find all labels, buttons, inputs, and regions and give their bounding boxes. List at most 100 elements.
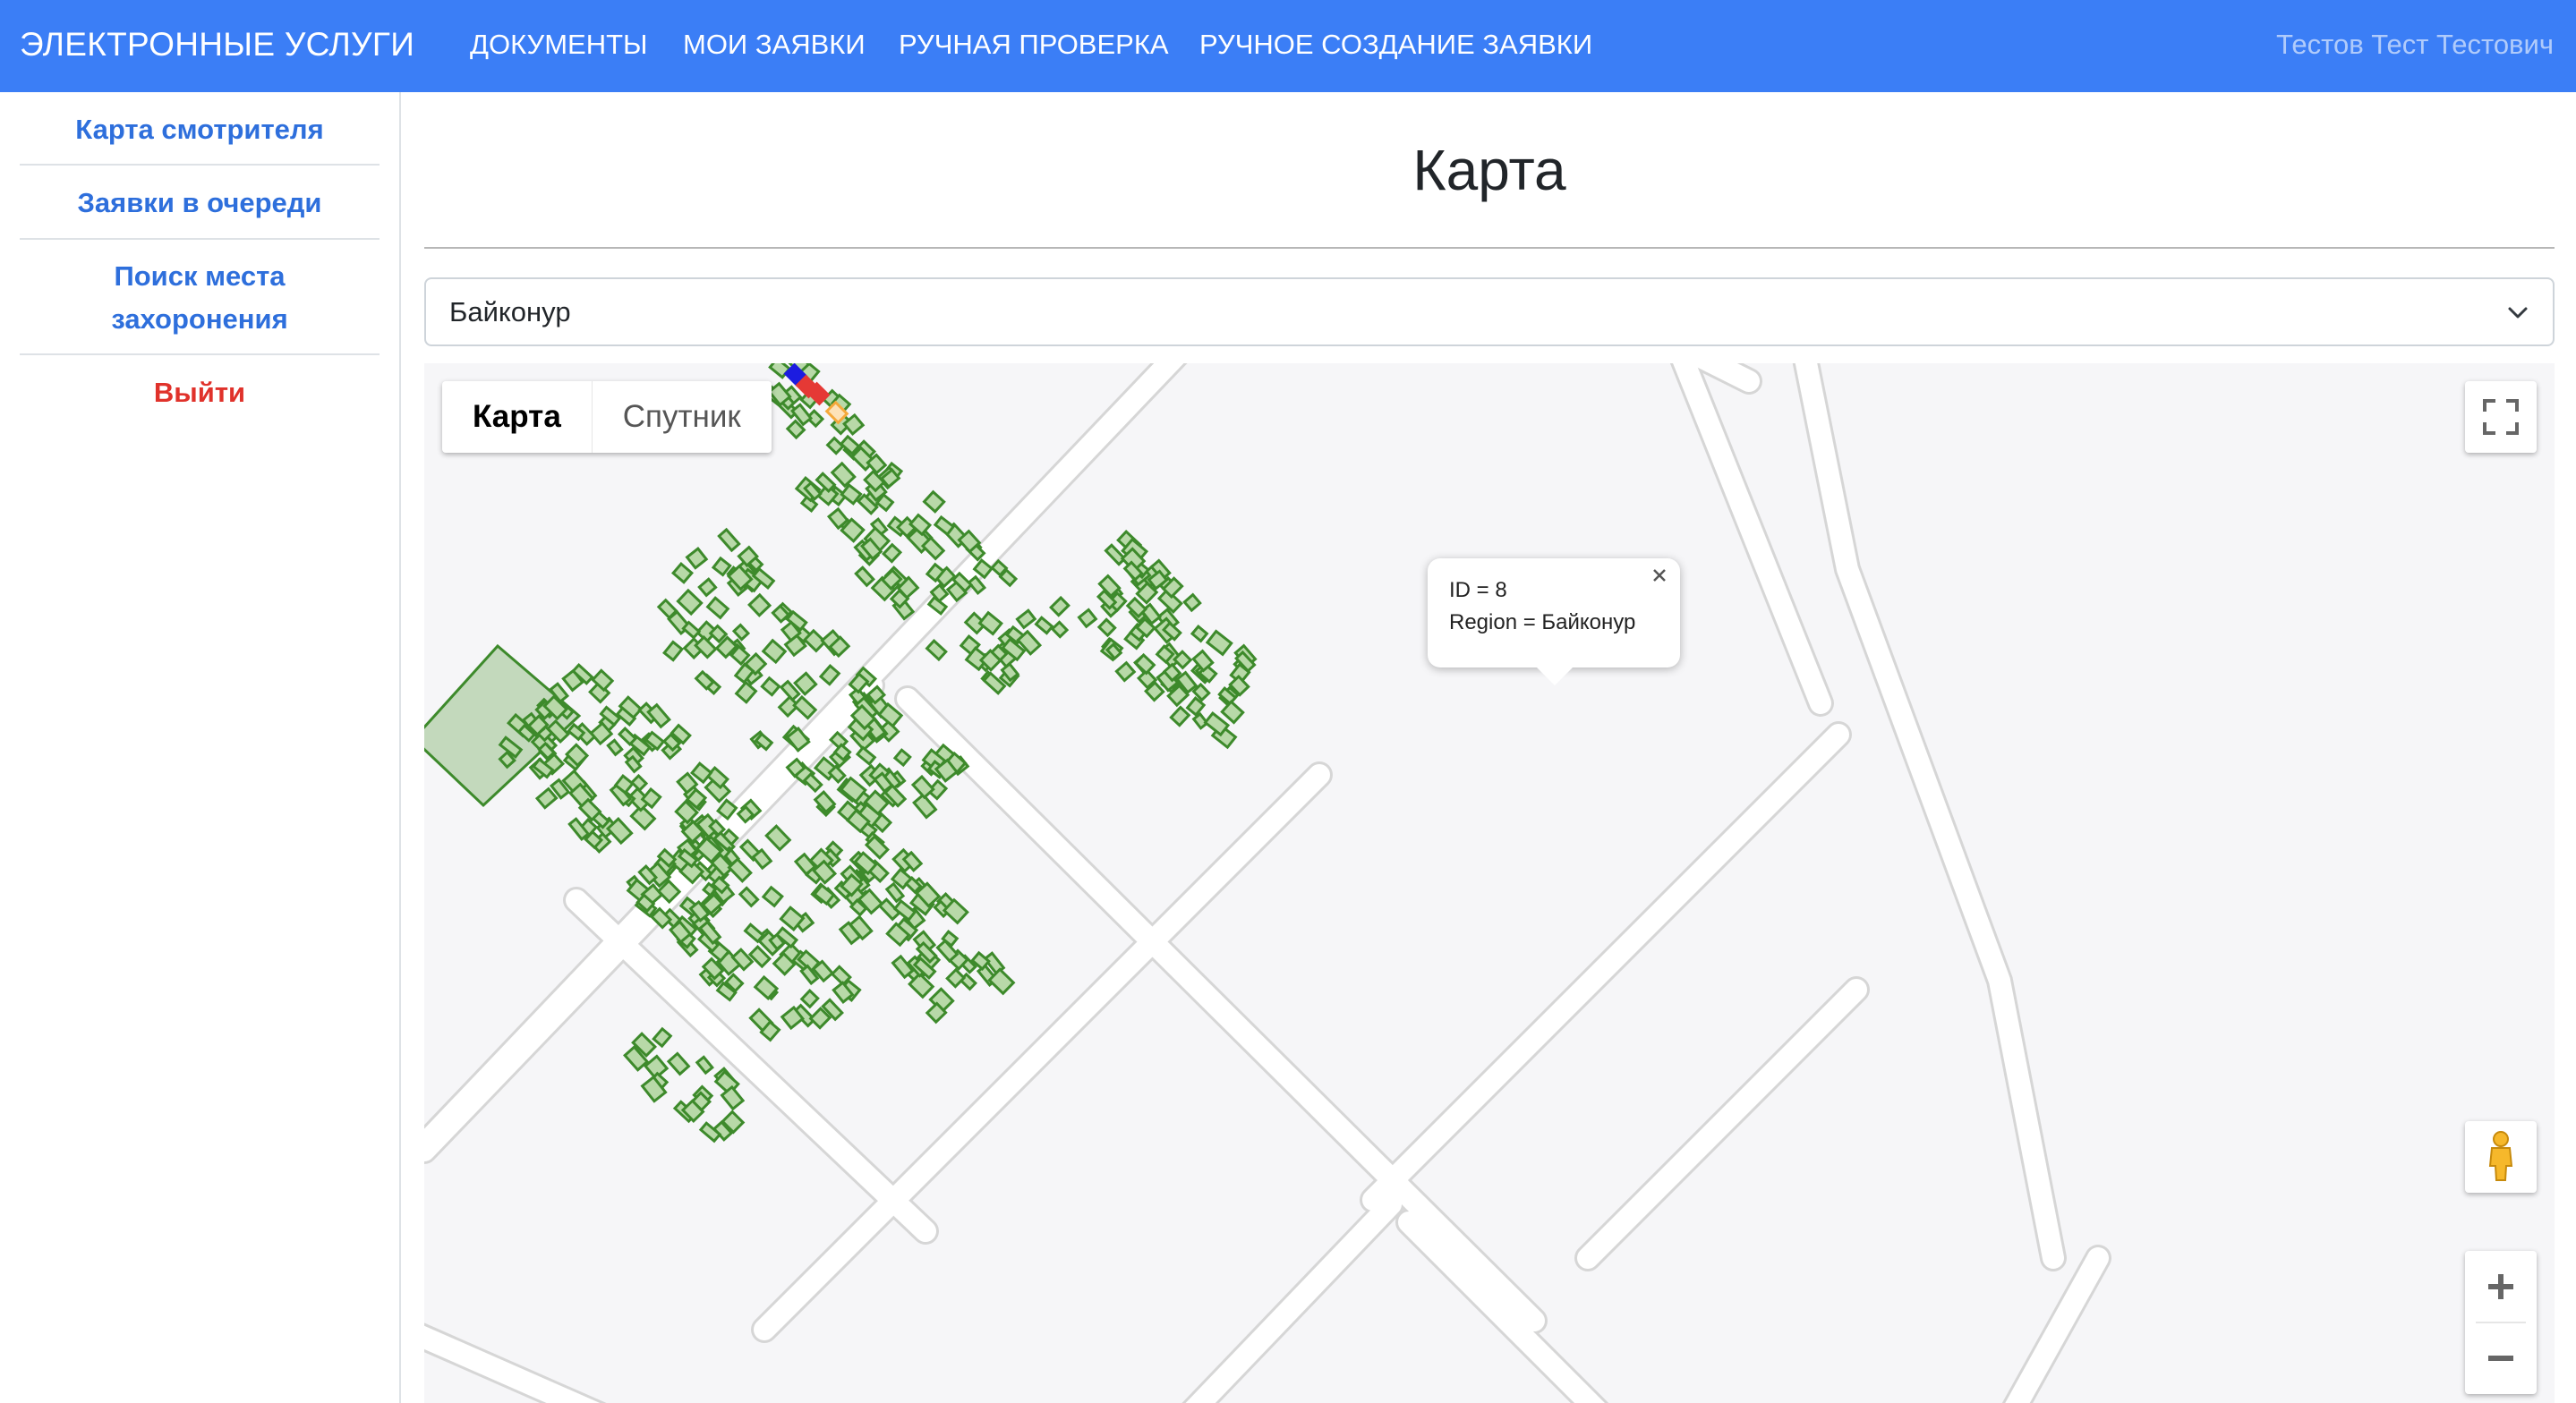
street-view-button[interactable] <box>2465 1121 2537 1193</box>
map-canvas[interactable]: Карта Спутник ID = 8 Region = Байконур <box>424 363 2555 1403</box>
grave-plot[interactable] <box>666 1051 691 1076</box>
zoom-out-button[interactable] <box>2465 1322 2537 1394</box>
grave-plot[interactable] <box>945 967 967 989</box>
fullscreen-icon <box>2483 399 2519 435</box>
sidebar-item-burial-search[interactable]: Поиск места захоронения <box>20 255 380 341</box>
grave-plot[interactable] <box>734 680 758 704</box>
grave-plot[interactable] <box>1190 625 1209 643</box>
close-icon[interactable] <box>1646 562 1673 589</box>
grave-plot[interactable] <box>760 676 781 697</box>
grave-plot[interactable] <box>922 489 946 514</box>
nav-my-requests[interactable]: МОИ ЗАЯВКИ <box>683 0 866 92</box>
brand-link[interactable]: ЭЛЕКТРОННЫЕ УСЛУГИ <box>20 0 414 92</box>
grave-plot[interactable] <box>629 773 649 793</box>
map-type-satellite-button[interactable]: Спутник <box>593 381 772 453</box>
sidebar-divider <box>20 238 380 240</box>
popup-region: Region = Байконур <box>1449 610 1636 634</box>
grave-plot[interactable] <box>1114 660 1137 683</box>
grave-plot[interactable] <box>825 436 845 455</box>
grave-plot[interactable] <box>799 989 820 1009</box>
fullscreen-button[interactable] <box>2465 381 2537 453</box>
grave-plots <box>498 363 1258 1144</box>
grave-plot[interactable] <box>731 623 751 642</box>
grave-plot[interactable] <box>761 638 788 665</box>
nav-manual-check[interactable]: РУЧНАЯ ПРОВЕРКА <box>899 0 1169 92</box>
sidebar: Карта смотрителя Заявки в очереди Поиск … <box>0 92 401 1403</box>
grave-plot[interactable] <box>670 562 694 584</box>
grave-plot[interactable] <box>855 745 877 766</box>
grave-plot[interactable] <box>617 726 638 747</box>
sidebar-divider <box>20 164 380 166</box>
grave-plot[interactable] <box>882 542 903 564</box>
grave-plot[interactable] <box>1050 620 1070 639</box>
grave-plot[interactable] <box>606 738 624 757</box>
grave-plot[interactable] <box>689 761 713 785</box>
popup-id: ID = 8 <box>1449 578 1507 602</box>
title-divider <box>424 247 2555 249</box>
grave-plot[interactable] <box>1182 592 1202 613</box>
grave-plot[interactable] <box>1203 710 1231 737</box>
map-tiles <box>424 363 2111 1403</box>
sidebar-item-label: захоронения <box>111 303 288 335</box>
grave-plot[interactable] <box>891 954 915 980</box>
grave-plot[interactable] <box>830 461 857 489</box>
grave-plot[interactable] <box>802 772 823 794</box>
grave-plot[interactable] <box>925 638 948 662</box>
grave-plot[interactable] <box>1015 608 1037 630</box>
plot-info-popup: ID = 8 Region = Байконур <box>1428 558 1680 685</box>
grave-plot[interactable] <box>920 536 946 561</box>
grave-plot[interactable] <box>694 669 715 691</box>
user-name[interactable]: Тестов Тест Тестович <box>2276 0 2554 92</box>
sidebar-item-keeper-map[interactable]: Карта смотрителя <box>20 108 380 151</box>
grave-plot[interactable] <box>864 834 890 860</box>
page-title: Карта <box>1412 138 1566 202</box>
grave-plot[interactable] <box>987 967 1016 996</box>
grave-plot[interactable] <box>727 857 753 883</box>
map-roads <box>424 363 2111 1403</box>
region-select[interactable]: Байконур <box>424 277 2555 346</box>
logout-link[interactable]: Выйти <box>20 371 380 414</box>
grave-plot[interactable] <box>717 527 741 553</box>
map-type-map-button[interactable]: Карта <box>442 381 593 453</box>
grave-plot[interactable] <box>534 787 559 810</box>
zoom-in-button[interactable] <box>2465 1251 2537 1322</box>
grave-plot[interactable] <box>652 1026 673 1049</box>
map-type-control: Карта Спутник <box>442 381 772 453</box>
nav-documents[interactable]: ДОКУМЕНТЫ <box>470 0 647 92</box>
grave-plot[interactable] <box>705 596 730 620</box>
grave-plot[interactable] <box>1220 700 1245 725</box>
grave-plot[interactable] <box>1034 616 1054 635</box>
grave-plot[interactable] <box>685 547 709 570</box>
grave-plot[interactable] <box>764 824 792 852</box>
grave-plot[interactable] <box>1205 629 1233 657</box>
grave-plot[interactable] <box>681 620 702 640</box>
grave-plot[interactable] <box>827 764 847 785</box>
popup-tail <box>1535 666 1574 685</box>
grave-plot[interactable] <box>656 598 678 620</box>
grave-plot[interactable] <box>792 694 818 720</box>
grave-plot[interactable] <box>662 640 685 662</box>
top-navbar: ЭЛЕКТРОННЫЕ УСЛУГИ ДОКУМЕНТЫ МОИ ЗАЯВКИ … <box>0 0 2576 92</box>
grave-plot[interactable] <box>1049 595 1070 617</box>
grave-plot[interactable] <box>697 577 718 598</box>
grave-plot[interactable] <box>977 610 1003 636</box>
grave-plot[interactable] <box>695 1055 714 1076</box>
grave-plot[interactable] <box>933 514 956 537</box>
grave-plot[interactable] <box>892 748 912 768</box>
grave-plot[interactable] <box>1169 705 1191 727</box>
sidebar-item-label: Поиск места <box>114 260 286 292</box>
grave-plot[interactable] <box>1096 617 1117 638</box>
grave-plot[interactable] <box>676 588 704 616</box>
grave-plot[interactable] <box>818 663 841 686</box>
grave-plot[interactable] <box>1104 543 1127 566</box>
grave-plot[interactable] <box>854 565 875 588</box>
sidebar-item-queue-requests[interactable]: Заявки в очереди <box>20 182 380 225</box>
grave-plot[interactable] <box>1077 608 1098 629</box>
zoom-control <box>2465 1251 2537 1394</box>
grave-plot[interactable] <box>747 592 772 617</box>
grave-plot[interactable] <box>738 886 760 908</box>
region-select-value: Байконур <box>449 296 571 327</box>
nav-manual-create-request[interactable]: РУЧНОЕ СОЗДАНИЕ ЗАЯВКИ <box>1199 0 1592 92</box>
grave-plot[interactable] <box>761 885 784 908</box>
grave-plot[interactable] <box>711 556 732 577</box>
